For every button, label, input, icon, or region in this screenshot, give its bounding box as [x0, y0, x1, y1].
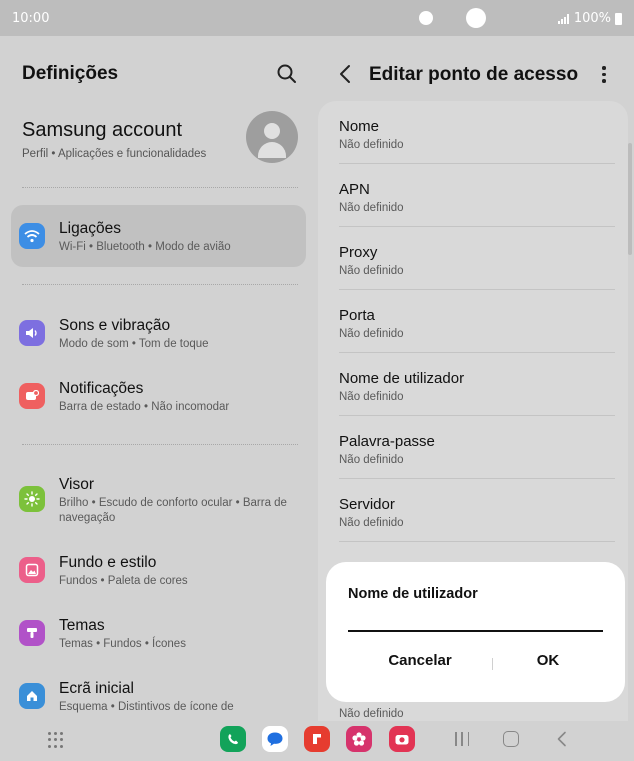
menu-item-fundo-estilo[interactable]: Fundo e estilo Fundos • Paleta de cores: [11, 539, 306, 601]
field-label: Servidor: [339, 496, 395, 513]
menu-item-title: Temas: [59, 617, 105, 634]
wallpaper-icon: [19, 557, 45, 583]
field-label: Nome de utilizador: [339, 370, 465, 387]
field-label: Proxy: [339, 244, 378, 261]
flipboard-app-icon[interactable]: [304, 726, 330, 752]
ok-button[interactable]: OK: [493, 652, 603, 676]
page-title: Definições: [22, 63, 119, 84]
status-time: 10:00: [12, 11, 50, 26]
menu-item-ligacoes[interactable]: Ligações Wi-Fi • Bluetooth • Modo de avi…: [11, 205, 306, 267]
camera-dot-icon: [419, 11, 433, 25]
volume-icon: [19, 320, 45, 346]
wifi-icon: [19, 223, 45, 249]
scrollbar[interactable]: [628, 143, 632, 255]
menu-item-visor[interactable]: Visor Brilho • Escudo de conforto ocular…: [11, 461, 306, 536]
menu-item-title: Fundo e estilo: [59, 554, 157, 571]
field-servidor[interactable]: Servidor Não definido: [339, 479, 615, 542]
divider: [22, 444, 298, 445]
menu-item-subtitle: Barra de estado • Não incomodar: [59, 401, 230, 413]
status-bar: 10:00 100%: [0, 0, 634, 36]
menu-item-notificacoes[interactable]: Notificações Barra de estado • Não incom…: [11, 365, 306, 427]
search-button[interactable]: [276, 63, 298, 85]
menu-item-subtitle: Modo de som • Tom de toque: [59, 338, 209, 350]
field-value: Não definido: [339, 454, 404, 466]
messages-app-icon[interactable]: [262, 726, 288, 752]
notification-icon: [19, 383, 45, 409]
field-nome[interactable]: Nome Não definido: [339, 101, 615, 164]
menu-item-title: Visor: [59, 476, 95, 493]
field-value: Não definido: [339, 139, 404, 151]
avatar[interactable]: [246, 111, 298, 163]
camera-dot-icon: [466, 8, 486, 28]
back-button[interactable]: [338, 64, 352, 84]
navigation-bar: [0, 721, 634, 761]
themes-icon: [19, 620, 45, 646]
phone-app-icon[interactable]: [220, 726, 246, 752]
field-apn[interactable]: APN Não definido: [339, 164, 615, 227]
field-value: Não definido: [339, 328, 404, 340]
field-label: APN: [339, 181, 370, 198]
menu-item-title: Sons e vibração: [59, 317, 171, 334]
battery-percent: 100%: [573, 11, 611, 26]
camera-app-icon[interactable]: [389, 726, 415, 752]
menu-item-title: Notificações: [59, 380, 144, 397]
cancel-button[interactable]: Cancelar: [348, 652, 492, 676]
chevron-left-icon: [340, 65, 350, 83]
field-value: Não definido: [339, 391, 404, 403]
menu-item-subtitle: Esquema • Distintivos de ícone de: [59, 701, 234, 713]
field-value: Não definido: [339, 517, 404, 529]
search-icon: [277, 64, 296, 83]
apps-grid-icon[interactable]: [48, 732, 64, 748]
dialog-title: Nome de utilizador: [348, 586, 478, 602]
field-palavra-passe[interactable]: Palavra-passe Não definido: [339, 416, 615, 479]
menu-item-temas[interactable]: Temas Temas • Fundos • Ícones: [11, 602, 306, 664]
more-options-icon[interactable]: [598, 66, 610, 86]
username-input[interactable]: [348, 612, 603, 632]
menu-item-subtitle: Wi-Fi • Bluetooth • Modo de avião: [59, 241, 231, 253]
field-value: Não definido: [339, 265, 404, 277]
home-icon: [19, 683, 45, 709]
battery-icon: [615, 12, 622, 25]
username-dialog: Nome de utilizador Cancelar OK: [326, 562, 625, 702]
menu-item-ecra-inicial[interactable]: Ecrã inicial Esquema • Distintivos de íc…: [11, 665, 306, 727]
menu-item-subtitle: Fundos • Paleta de cores: [59, 575, 188, 587]
brightness-icon: [19, 486, 45, 512]
home-button[interactable]: [503, 731, 519, 747]
screen: 10:00 100% Definições Samsung account Pe…: [0, 0, 634, 761]
settings-pane: Definições Samsung account Perfil • Apli…: [0, 36, 318, 721]
menu-item-sons[interactable]: Sons e vibração Modo de som • Tom de toq…: [11, 302, 306, 364]
divider: [22, 187, 298, 188]
recents-button[interactable]: [455, 732, 469, 746]
chevron-left-icon: [557, 731, 566, 747]
gallery-app-icon[interactable]: [346, 726, 372, 752]
menu-item-subtitle: Brilho • Escudo de conforto ocular • Bar…: [59, 497, 287, 524]
signal-icon: [557, 13, 570, 24]
field-label: Nome: [339, 118, 380, 135]
back-nav-button[interactable]: [555, 731, 569, 747]
field-porta[interactable]: Porta Não definido: [339, 290, 615, 353]
field-value: Não definido: [339, 202, 404, 214]
page-title: Editar ponto de acesso: [369, 64, 579, 85]
field-label: Palavra-passe: [339, 433, 435, 450]
field-nome-utilizador[interactable]: Nome de utilizador Não definido: [339, 353, 615, 416]
status-indicators: 100%: [557, 11, 622, 26]
menu-item-title: Ligações: [59, 220, 122, 237]
field-label: Porta: [339, 307, 375, 324]
field-proxy[interactable]: Proxy Não definido: [339, 227, 615, 290]
menu-item-title: Ecrã inicial: [59, 680, 134, 697]
divider: [22, 284, 298, 285]
menu-item-subtitle: Temas • Fundos • Ícones: [59, 638, 186, 650]
field-value: Não definido: [339, 708, 404, 720]
